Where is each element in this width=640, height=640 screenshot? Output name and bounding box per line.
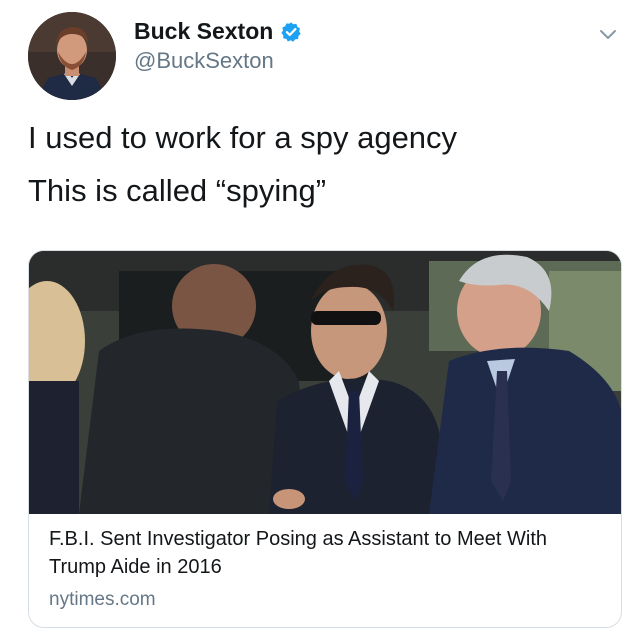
avatar-photo	[28, 12, 116, 100]
author-name-row[interactable]: Buck Sexton	[134, 18, 302, 45]
chevron-down-icon[interactable]	[598, 24, 618, 44]
tweet: Buck Sexton @BuckSexton I used to work f…	[0, 0, 640, 640]
display-name[interactable]: Buck Sexton	[134, 18, 273, 45]
tweet-text-line: I used to work for a spy agency	[28, 120, 458, 155]
link-card-meta: F.B.I. Sent Investigator Posing as Assis…	[49, 525, 605, 611]
avatar[interactable]	[28, 12, 116, 100]
tweet-text-line: This is called “spying”	[28, 173, 327, 208]
tweet-text: I used to work for a spy agency This is …	[28, 122, 457, 228]
link-card[interactable]: F.B.I. Sent Investigator Posing as Assis…	[28, 250, 622, 628]
link-card-domain: nytimes.com	[49, 589, 156, 610]
news-photo	[29, 251, 621, 514]
link-card-title[interactable]: F.B.I. Sent Investigator Posing as Assis…	[49, 525, 605, 581]
verified-badge-icon	[281, 21, 301, 42]
link-card-image	[29, 251, 621, 514]
user-handle[interactable]: @BuckSexton	[134, 48, 274, 74]
